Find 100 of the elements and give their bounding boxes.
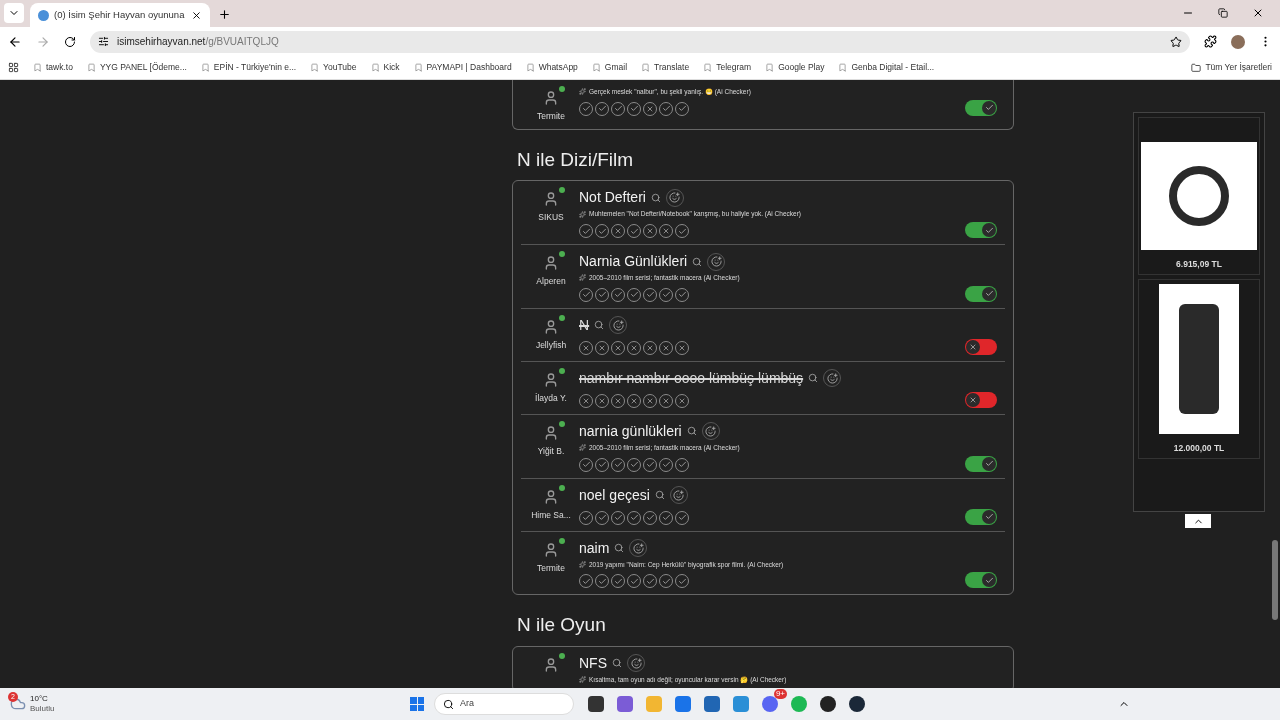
bookmark-star-icon[interactable] bbox=[1170, 35, 1182, 48]
browser-tab[interactable]: (0) İsim Şehir Hayvan oyununa bbox=[30, 3, 210, 27]
user-avatar-icon bbox=[543, 424, 559, 441]
user-avatar-icon bbox=[543, 90, 559, 106]
temperature: 10°C bbox=[30, 694, 49, 704]
bookmark-link[interactable]: Google Play bbox=[778, 61, 825, 74]
search-icon[interactable] bbox=[808, 373, 819, 384]
bookmark-link[interactable]: WhatsApp bbox=[538, 61, 578, 74]
product-price: 6.915,09 TL bbox=[1176, 258, 1222, 271]
forward-icon[interactable] bbox=[36, 34, 50, 49]
player-name: SIKUS bbox=[538, 211, 564, 224]
bookmark-link[interactable]: Genba Digital - Etail... bbox=[851, 61, 935, 74]
search-icon[interactable] bbox=[650, 192, 661, 203]
scrollbar-thumb[interactable] bbox=[1272, 540, 1278, 620]
check-icon bbox=[984, 459, 994, 468]
bookmark-link[interactable]: Translate bbox=[654, 61, 690, 74]
site-favicon bbox=[38, 9, 49, 21]
bookmark-link[interactable]: Kick bbox=[383, 61, 400, 74]
answer-text: N bbox=[579, 315, 590, 335]
apps-icon[interactable] bbox=[8, 62, 19, 73]
close-icon[interactable] bbox=[191, 9, 202, 21]
notification-badge: 9+ bbox=[773, 689, 787, 699]
search-icon[interactable] bbox=[686, 426, 697, 437]
sparkle-icon bbox=[579, 560, 586, 568]
user-avatar-icon bbox=[543, 541, 559, 558]
user-avatar-icon bbox=[543, 191, 559, 208]
back-icon[interactable] bbox=[8, 34, 22, 49]
restore-icon[interactable] bbox=[1218, 8, 1228, 18]
sparkle-icon bbox=[579, 88, 586, 96]
folder-icon[interactable] bbox=[1191, 62, 1202, 73]
tab-title: (0) İsim Şehir Hayvan oyununa bbox=[54, 7, 186, 22]
site-settings-icon[interactable] bbox=[98, 36, 109, 47]
search-icon[interactable] bbox=[692, 256, 703, 267]
player-name: Termite bbox=[537, 110, 565, 123]
accept-toggle[interactable] bbox=[965, 455, 997, 472]
accept-toggle[interactable] bbox=[965, 285, 997, 302]
answer-text: NFS bbox=[579, 653, 607, 673]
check-icon bbox=[984, 103, 994, 113]
sparkle-icon bbox=[579, 676, 586, 684]
taskbar-search[interactable]: Ara bbox=[434, 693, 574, 715]
search-icon bbox=[443, 698, 454, 710]
sparkle-icon bbox=[579, 274, 586, 282]
accept-toggle[interactable] bbox=[965, 391, 997, 408]
cross-icon bbox=[969, 342, 977, 351]
bookmark-link[interactable]: Telegram bbox=[716, 61, 752, 74]
cross-icon bbox=[969, 395, 977, 404]
bookmark-link[interactable]: EPİN - Türkiye'nin e... bbox=[213, 61, 297, 74]
sparkle-icon bbox=[579, 210, 586, 218]
accept-toggle[interactable] bbox=[965, 572, 997, 589]
extensions-icon[interactable] bbox=[1204, 35, 1217, 48]
new-tab-icon[interactable] bbox=[218, 8, 231, 21]
bookmark-icon[interactable] bbox=[33, 63, 42, 72]
taskbar-app-icon[interactable] bbox=[588, 696, 604, 712]
answer-text: narnia günlükleri bbox=[579, 421, 682, 441]
accept-toggle[interactable] bbox=[965, 99, 997, 116]
search-icon[interactable] bbox=[614, 543, 625, 553]
player-name: Yiğit B. bbox=[537, 444, 565, 458]
check-icon bbox=[984, 512, 994, 521]
headset-photo-placeholder[interactable] bbox=[1141, 142, 1257, 250]
address-bar[interactable]: isimsehirhayvan.net/g/BVUAITQLJQ bbox=[90, 30, 1190, 53]
player-name: Jellyfish bbox=[535, 338, 567, 352]
answer-text: nambır nambır oooo lümbüş lümbüş bbox=[579, 368, 804, 388]
profile-avatar[interactable] bbox=[1231, 34, 1245, 49]
answer-text: Narnia Günlükleri bbox=[579, 252, 688, 271]
tab-list-button[interactable] bbox=[4, 3, 24, 23]
reload-icon[interactable] bbox=[64, 35, 76, 48]
close-window-icon[interactable] bbox=[1252, 7, 1264, 19]
search-icon[interactable] bbox=[594, 320, 605, 331]
user-avatar-icon bbox=[543, 255, 559, 271]
search-icon[interactable] bbox=[612, 658, 622, 669]
bookmark-link[interactable]: YouTube bbox=[323, 61, 357, 74]
accept-toggle[interactable] bbox=[965, 508, 997, 525]
accept-toggle[interactable] bbox=[965, 338, 997, 355]
answer-text: naim bbox=[579, 538, 610, 558]
category-heading: N ile Oyun bbox=[516, 613, 607, 638]
bookmark-link[interactable]: tawk.to bbox=[46, 61, 73, 74]
user-avatar-icon bbox=[543, 371, 559, 388]
start-icon[interactable] bbox=[410, 697, 424, 711]
answer-text: Not Defteri bbox=[579, 188, 646, 208]
taskbar-app-icon[interactable] bbox=[849, 696, 865, 712]
player-name: Hime Sa... bbox=[531, 508, 571, 522]
user-avatar-icon bbox=[543, 656, 559, 673]
answer-text: noel geçesi bbox=[579, 485, 650, 505]
user-avatar-icon bbox=[543, 488, 559, 505]
bookmark-link[interactable]: Gmail bbox=[604, 61, 628, 74]
all-bookmarks-link[interactable]: Tüm Yer İşaretleri bbox=[1205, 61, 1272, 74]
sparkle-icon bbox=[579, 444, 586, 452]
check-icon bbox=[984, 289, 994, 299]
user-avatar-icon bbox=[543, 318, 559, 335]
cloud-icon bbox=[10, 696, 26, 712]
bookmark-link[interactable]: PAYMAPI | Dashboard bbox=[426, 61, 512, 74]
taskbar-app-icon[interactable] bbox=[820, 696, 836, 712]
bookmark-link[interactable]: YYG PANEL [Ödeme... bbox=[99, 61, 187, 74]
search-icon[interactable] bbox=[654, 490, 665, 500]
scroll-up-button[interactable] bbox=[1185, 514, 1211, 528]
category-heading: N ile Dizi/Film bbox=[516, 147, 635, 172]
player-name: İlayda Y. bbox=[535, 391, 567, 405]
check-icon bbox=[984, 225, 994, 235]
chair-photo-placeholder[interactable] bbox=[1159, 283, 1239, 434]
accept-toggle[interactable] bbox=[965, 222, 997, 238]
